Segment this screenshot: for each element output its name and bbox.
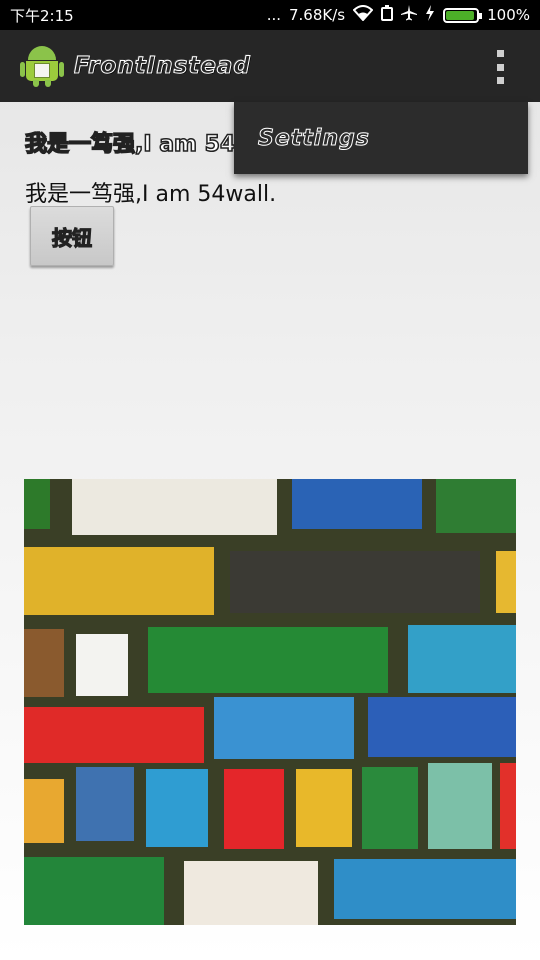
airplane-icon (401, 5, 418, 25)
main-button[interactable]: 按钮 (30, 206, 114, 266)
status-dots: ... (266, 6, 281, 24)
overflow-popup-menu: Settings (234, 102, 528, 174)
charging-icon (425, 5, 435, 25)
app-title: FrontInstead (74, 53, 251, 80)
android-app-icon (20, 44, 64, 88)
menu-item-settings[interactable]: Settings (258, 125, 370, 151)
status-time: 下午2:15 (10, 6, 74, 25)
sim-icon (381, 5, 394, 25)
brick-wall-image (24, 479, 516, 925)
battery-percent: 100% (487, 6, 530, 24)
network-speed: 7.68K/s (289, 6, 346, 24)
plain-text-label: 我是一笃强,I am 54wall. (25, 182, 277, 207)
battery-icon (443, 7, 483, 23)
status-bar: 下午2:15 ... 7.68K/s 100% (0, 0, 540, 30)
status-indicators: ... 7.68K/s 100% (267, 5, 530, 25)
wifi-icon (352, 5, 374, 25)
overflow-menu-icon[interactable] (490, 50, 510, 84)
action-bar: FrontInstead (0, 30, 540, 102)
